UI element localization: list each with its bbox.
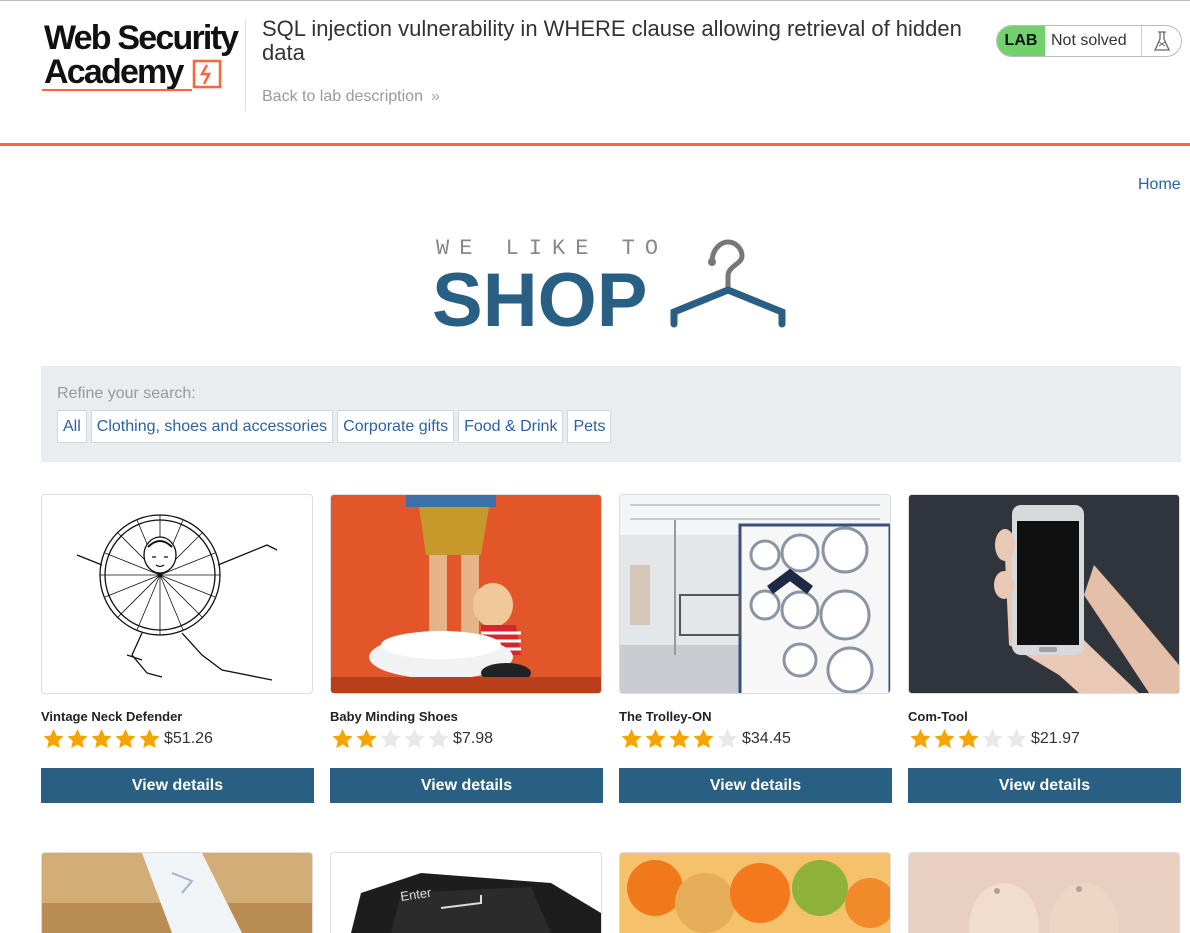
- product-price: $34.45: [742, 730, 791, 747]
- view-details-button[interactable]: View details: [41, 768, 314, 803]
- star-empty-icon: [982, 729, 1003, 749]
- star-filled-icon: [139, 729, 160, 749]
- lab-status-text: Not solved: [1051, 32, 1127, 49]
- lab-status-widget[interactable]: LAB Not solved: [996, 25, 1182, 57]
- back-link-label: Back to lab description: [262, 88, 423, 105]
- view-details-button[interactable]: View details: [619, 768, 892, 803]
- product-image[interactable]: [41, 494, 313, 694]
- lab-title: SQL injection vulnerability in WHERE cla…: [262, 16, 962, 65]
- star-filled-icon: [621, 729, 642, 749]
- refine-search-panel: Refine your search: All Clothing, shoes …: [41, 366, 1181, 462]
- star-filled-icon: [958, 729, 979, 749]
- product-image[interactable]: [908, 852, 1180, 933]
- logo-line2: Academy: [44, 53, 184, 91]
- product-rating: $51.26: [41, 727, 213, 751]
- filter-pets[interactable]: Pets: [567, 410, 612, 443]
- star-filled-icon: [693, 729, 714, 749]
- product-rating: $21.97: [908, 727, 1080, 751]
- home-link[interactable]: Home: [1138, 176, 1181, 194]
- product-name: Baby Minding Shoes: [330, 709, 458, 724]
- back-to-lab-description-link[interactable]: Back to lab description »: [262, 88, 440, 106]
- product-name: Com-Tool: [908, 709, 968, 724]
- filter-all[interactable]: All: [57, 410, 87, 443]
- product-price: $7.98: [453, 730, 494, 747]
- star-empty-icon: [428, 729, 449, 749]
- product-rating: $34.45: [619, 727, 791, 751]
- star-filled-icon: [115, 729, 136, 749]
- star-empty-icon: [717, 729, 738, 749]
- product-image[interactable]: [619, 494, 891, 694]
- product-name: The Trolley-ON: [619, 709, 712, 724]
- flask-icon: [1141, 26, 1181, 56]
- product-price: $51.26: [164, 730, 213, 747]
- view-details-button[interactable]: View details: [330, 768, 603, 803]
- star-empty-icon: [380, 729, 401, 749]
- view-details-button[interactable]: View details: [908, 768, 1181, 803]
- lab-header: Web Security Academy SQL injection vulne…: [0, 1, 1190, 143]
- double-chevron-right-icon: »: [430, 88, 440, 105]
- header-divider: [245, 19, 246, 111]
- product-image[interactable]: [908, 494, 1180, 694]
- hanger-icon: [670, 239, 786, 328]
- star-filled-icon: [91, 729, 112, 749]
- web-security-academy-logo[interactable]: Web Security Academy: [42, 19, 242, 99]
- star-filled-icon: [645, 729, 666, 749]
- product-name: Vintage Neck Defender: [41, 709, 183, 724]
- shop-logo-word: SHOP: [432, 258, 647, 342]
- product-image[interactable]: Enter: [330, 852, 602, 933]
- filter-corporate-gifts[interactable]: Corporate gifts: [337, 410, 455, 443]
- star-filled-icon: [356, 729, 377, 749]
- star-empty-icon: [1006, 729, 1027, 749]
- logo-line1: Web Security: [44, 19, 239, 57]
- we-like-to-shop-logo: WE LIKE TO SHOP: [430, 232, 810, 343]
- star-filled-icon: [43, 729, 64, 749]
- refine-search-label: Refine your search:: [57, 385, 196, 402]
- filter-food-drink[interactable]: Food & Drink: [458, 410, 564, 443]
- star-filled-icon: [67, 729, 88, 749]
- logo-underline: [42, 89, 192, 91]
- category-filters: All Clothing, shoes and accessories Corp…: [57, 410, 612, 443]
- product-image[interactable]: [41, 852, 313, 933]
- star-filled-icon: [934, 729, 955, 749]
- star-filled-icon: [910, 729, 931, 749]
- star-filled-icon: [669, 729, 690, 749]
- logo-bolt-icon: [192, 59, 222, 89]
- product-price: $21.97: [1031, 730, 1080, 747]
- filter-clothing[interactable]: Clothing, shoes and accessories: [90, 410, 334, 443]
- header-accent-bar: [0, 143, 1190, 146]
- product-image[interactable]: [330, 494, 602, 694]
- star-filled-icon: [332, 729, 353, 749]
- product-image[interactable]: [619, 852, 891, 933]
- star-empty-icon: [404, 729, 425, 749]
- product-rating: $7.98: [330, 727, 493, 751]
- lab-tag: LAB: [997, 26, 1045, 56]
